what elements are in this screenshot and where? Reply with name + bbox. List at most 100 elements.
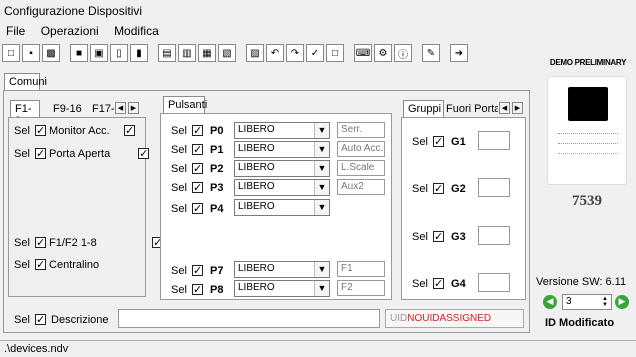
group-row: Sel G3	[412, 230, 466, 243]
pulsante-field[interactable]: Auto Acc.	[337, 141, 385, 157]
select-checkbox[interactable]	[191, 264, 203, 277]
tab-f9-16[interactable]: F9-16	[53, 103, 82, 115]
save-icon[interactable]: ■	[70, 44, 88, 62]
select-checkbox[interactable]	[34, 236, 46, 249]
tab-scroll-right-icon[interactable]: ▶	[128, 102, 139, 114]
pulsante-select[interactable]: LIBERO ▼	[234, 179, 330, 196]
next-id-icon[interactable]: ▶	[615, 295, 629, 309]
uid-label: UID	[390, 313, 408, 324]
chevron-down-icon: ▼	[314, 142, 329, 157]
print-preview-icon[interactable]: ▯	[110, 44, 128, 62]
pulsante-code: P2	[210, 163, 224, 175]
chevron-down-icon: ▼	[314, 123, 329, 138]
pulsante-field[interactable]: Serr.	[337, 122, 385, 138]
select-checkbox[interactable]	[191, 162, 203, 175]
menu-bar: File Operazioni Modifica	[0, 22, 636, 40]
device-image	[547, 76, 627, 185]
pulsante-code: P8	[210, 284, 224, 296]
tab-f1-8[interactable]: F1-8	[10, 100, 40, 127]
select-checkbox[interactable]	[34, 313, 46, 326]
pulsante-select[interactable]: LIBERO ▼	[234, 280, 330, 297]
select-checkbox[interactable]	[191, 283, 203, 296]
save-all-icon[interactable]: ▣	[90, 44, 108, 62]
pulsante-field[interactable]: L.Scale	[337, 160, 385, 176]
id-value: 3	[566, 296, 572, 307]
window-icon[interactable]: □	[326, 44, 344, 62]
tab-gruppi[interactable]: Gruppi	[403, 100, 444, 118]
properties-icon[interactable]: ▧	[218, 44, 236, 62]
select-checkbox[interactable]	[191, 143, 203, 156]
select-checkbox[interactable]	[34, 124, 46, 137]
function-label: Porta Aperta	[49, 148, 111, 160]
paste-icon[interactable]: ▥	[178, 44, 196, 62]
tab-comuni[interactable]: Comuni	[4, 73, 47, 91]
tab-scroll-left-icon[interactable]: ◀	[115, 102, 126, 114]
previous-id-icon[interactable]: ◀	[543, 295, 557, 309]
pulsante-select[interactable]: LIBERO ▼	[234, 261, 330, 278]
toolbar: □ ▪ ▩ ■ ▣ ▯ ▮ ▤ ▥ ▦ ▧ ▨ ↶ ↷ ✓ □ ⌨ ⚙ ⓘ ✎ …	[2, 42, 468, 66]
print-icon[interactable]: ▮	[130, 44, 148, 62]
select-checkbox[interactable]	[191, 181, 203, 194]
tab-scroll-right-icon[interactable]: ▶	[512, 102, 523, 114]
edit-icon[interactable]: ▦	[198, 44, 216, 62]
menu-modifica[interactable]: Modifica	[114, 24, 159, 38]
function-enable-checkbox[interactable]	[124, 124, 135, 137]
group-row: Sel G1	[412, 135, 466, 148]
select-checkbox[interactable]	[191, 124, 203, 137]
tab-scroll-left-icon[interactable]: ◀	[499, 102, 510, 114]
tab-pulsanti[interactable]: Pulsanti	[163, 96, 207, 114]
function-label: Monitor Acc.	[49, 125, 110, 137]
group-row: Sel G4	[412, 277, 466, 290]
pulsante-field[interactable]: F2	[337, 280, 385, 296]
descrizione-input[interactable]	[118, 309, 380, 328]
pulsante-row: Sel P0	[171, 124, 224, 137]
pulsante-row: Sel P3	[171, 181, 224, 194]
id-status: ID Modificato	[545, 317, 615, 329]
id-spinner[interactable]: 3 ▲ ▼	[562, 294, 612, 310]
pulsante-select[interactable]: LIBERO ▼	[234, 122, 330, 139]
pulsante-select[interactable]: LIBERO ▼	[234, 160, 330, 177]
pulsante-row: Sel P7	[171, 264, 224, 277]
check-icon[interactable]: ✓	[306, 44, 324, 62]
undo-icon[interactable]: ↶	[266, 44, 284, 62]
tab-fuori-porta[interactable]: Fuori Porta	[446, 103, 498, 115]
group-field[interactable]	[478, 178, 510, 197]
uid-value: NOUIDASSIGNED	[407, 313, 492, 324]
select-checkbox[interactable]	[432, 135, 444, 148]
menu-file[interactable]: File	[6, 24, 25, 38]
select-checkbox[interactable]	[432, 182, 444, 195]
open-folder-icon[interactable]: ▪	[22, 44, 40, 62]
pen-icon[interactable]: ✎	[422, 44, 440, 62]
group-field[interactable]	[478, 226, 510, 245]
uid-box: UIDNOUIDASSIGNED	[385, 309, 524, 328]
settings-icon[interactable]: ⚙	[374, 44, 392, 62]
select-checkbox[interactable]	[34, 147, 46, 160]
spinner-arrows-icon[interactable]: ▲ ▼	[600, 296, 610, 308]
pulsante-field[interactable]: Aux2	[337, 179, 385, 195]
new-file-icon[interactable]: □	[2, 44, 20, 62]
function-enable-checkbox[interactable]	[138, 147, 150, 160]
menu-operazioni[interactable]: Operazioni	[41, 24, 99, 38]
group-field[interactable]	[478, 273, 510, 292]
select-checkbox[interactable]	[191, 202, 203, 215]
device-model: 7539	[572, 193, 602, 209]
pulsante-field[interactable]: F1	[337, 261, 385, 277]
pulsante-select[interactable]: LIBERO ▼	[234, 141, 330, 158]
descrizione-label: Descrizione	[51, 314, 109, 326]
duplicate-icon[interactable]: ▨	[246, 44, 264, 62]
info-icon[interactable]: ⓘ	[394, 44, 412, 62]
select-checkbox[interactable]	[432, 230, 444, 243]
copy-icon[interactable]: ▤	[158, 44, 176, 62]
group-field[interactable]	[478, 131, 510, 150]
open-recent-icon[interactable]: ▩	[42, 44, 60, 62]
keyboard-icon[interactable]: ⌨	[354, 44, 372, 62]
demo-banner: DEMO PRELIMINARY	[549, 58, 627, 67]
tab-f17[interactable]: F17-	[92, 103, 115, 115]
select-checkbox[interactable]	[34, 258, 46, 271]
redo-icon[interactable]: ↷	[286, 44, 304, 62]
pulsante-select[interactable]: LIBERO ▼	[234, 199, 330, 216]
group-code: G1	[451, 136, 466, 148]
exit-icon[interactable]: ➜	[450, 44, 468, 62]
select-checkbox[interactable]	[432, 277, 444, 290]
chevron-down-icon: ▼	[314, 180, 329, 195]
